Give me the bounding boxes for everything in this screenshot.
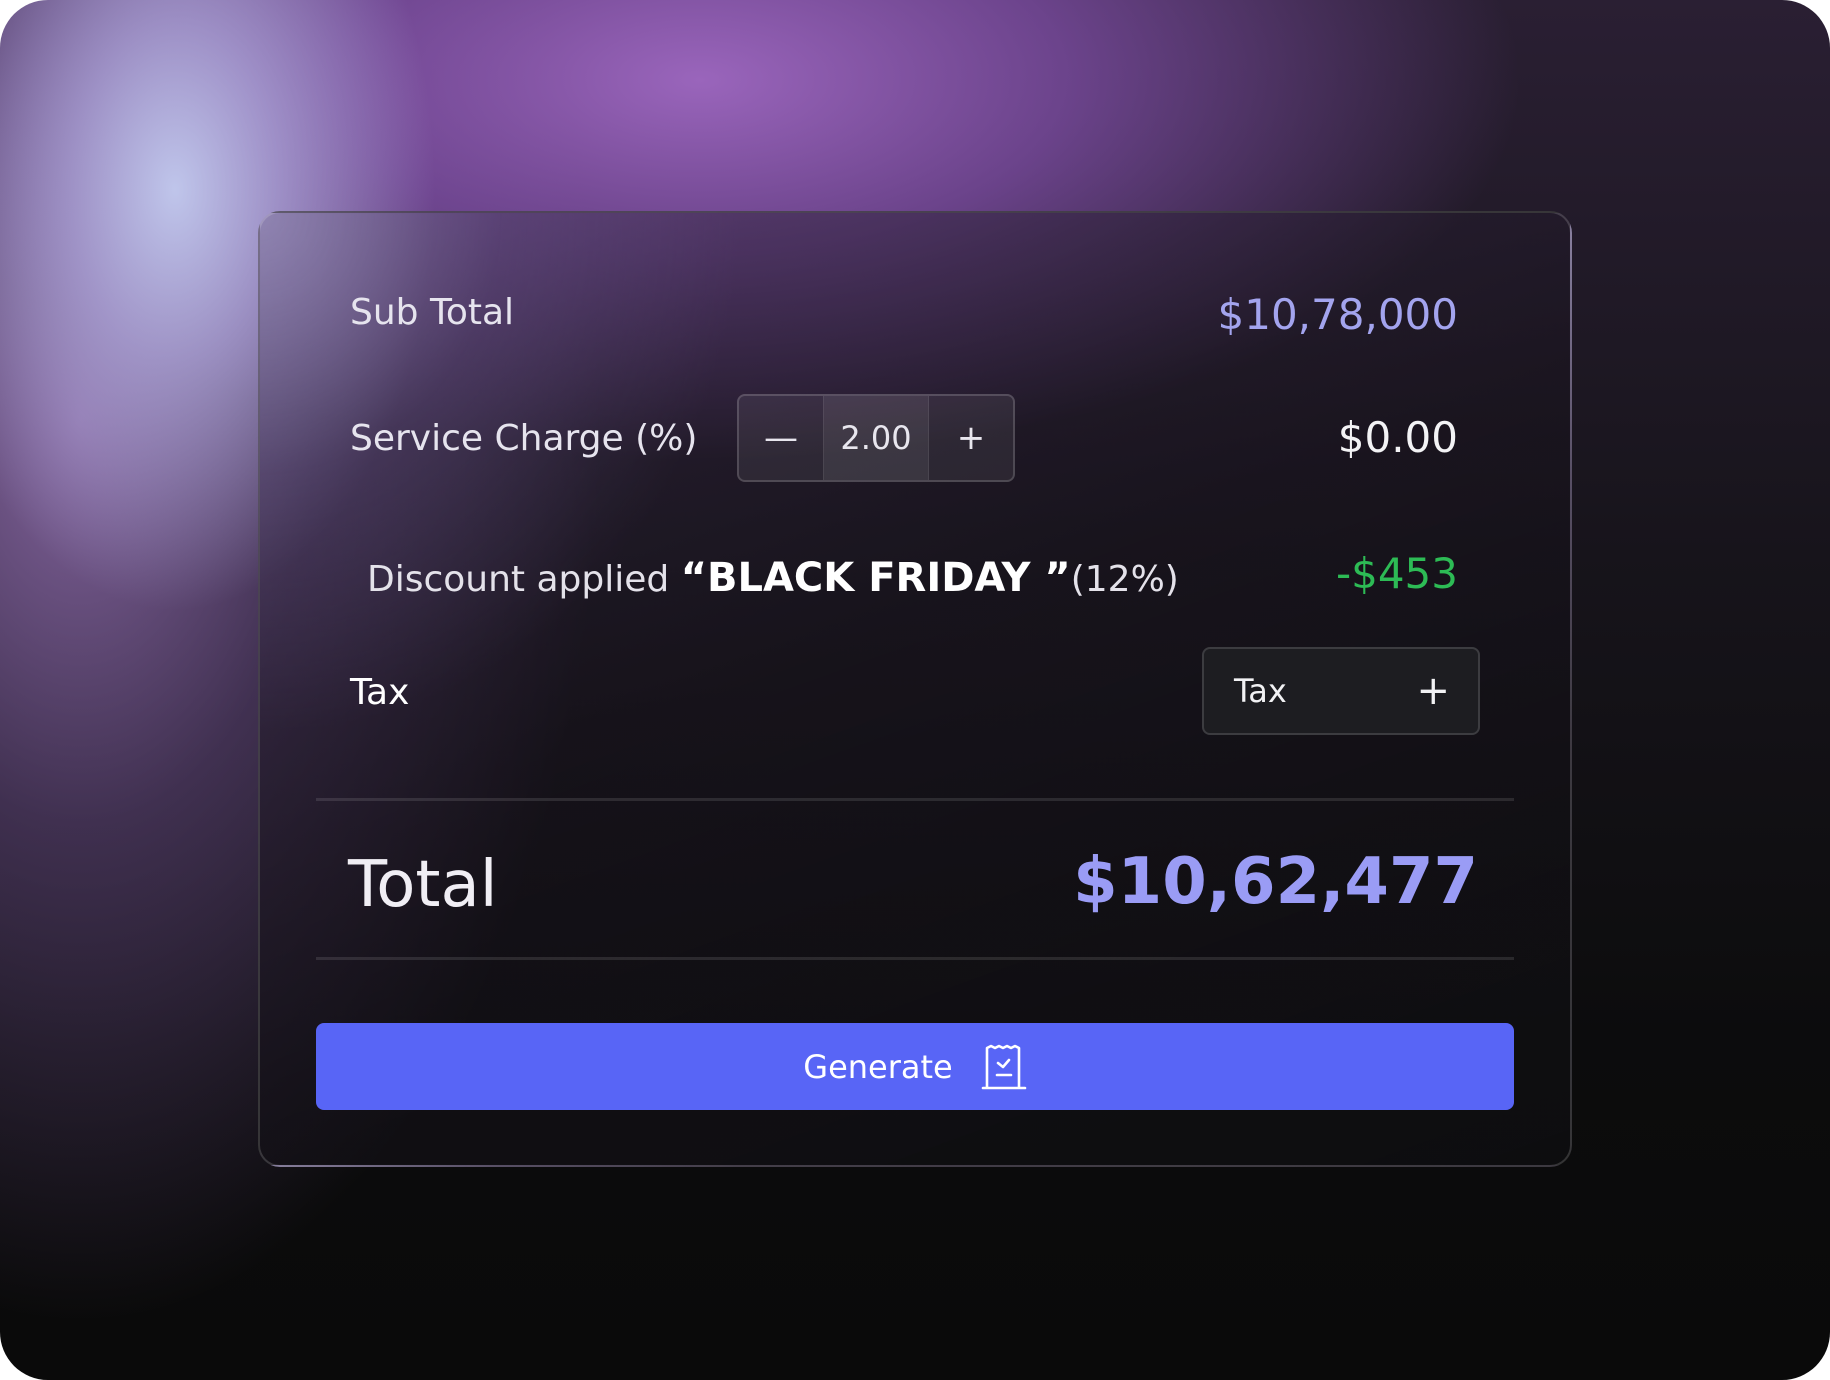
add-tax-button[interactable]: Tax + [1202,647,1480,735]
add-tax-button-label: Tax [1234,672,1287,710]
divider-bottom [316,957,1514,960]
total-value: $10,62,477 [1073,845,1478,919]
discount-value: -$453 [1335,549,1458,598]
service-charge-input[interactable]: 2.00 [823,396,929,480]
discount-row: Discount applied “BLACK FRIDAY ”(12%) [367,555,1179,601]
service-charge-stepper: — 2.00 + [737,394,1015,482]
receipt-icon [981,1044,1027,1090]
increment-button[interactable]: + [929,396,1013,480]
generate-button-label: Generate [803,1047,953,1086]
service-charge-value: $0.00 [1337,413,1458,462]
divider-top [316,798,1514,801]
generate-button[interactable]: Generate [316,1023,1514,1110]
service-charge-label: Service Charge (%) [350,418,698,459]
discount-percent: (12%) [1070,559,1179,600]
discount-prefix: Discount applied [367,559,681,600]
subtotal-label: Sub Total [350,292,515,333]
decrement-button[interactable]: — [739,396,823,480]
total-label: Total [348,848,498,922]
discount-code: “BLACK FRIDAY ” [680,555,1071,601]
subtotal-value: $10,78,000 [1217,290,1458,339]
tax-label: Tax [350,672,410,713]
background: Sub Total $10,78,000 Service Charge (%) … [0,0,1830,1380]
plus-icon: + [1416,668,1450,714]
